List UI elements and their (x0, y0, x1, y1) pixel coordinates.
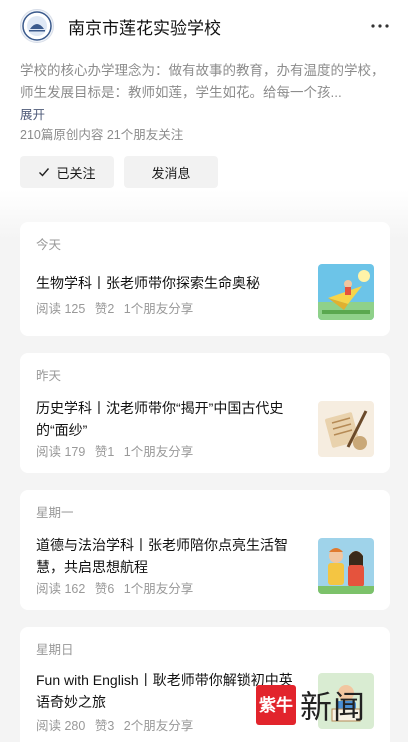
article-thumbnail[interactable] (318, 264, 374, 320)
article-meta: 阅读 280 赞3 2个朋友分享 (36, 715, 199, 734)
article-date: 星期一 (36, 506, 74, 520)
watermark-text: 新闻 (300, 688, 367, 726)
read-count: 阅读 125 (36, 302, 86, 316)
school-logo[interactable] (20, 9, 54, 43)
article-title[interactable]: 道德与法治学科丨张老师陪你点亮生活智慧，共启思想航程 (36, 534, 306, 578)
share-count: 1个朋友分享 (123, 302, 194, 316)
paper-plane-girl-icon (318, 264, 374, 320)
school-emblem-icon (22, 11, 52, 41)
account-name: 南京市莲花实验学校 (68, 18, 221, 38)
followed-label: 已关注 (56, 165, 96, 181)
account-stats: 210篇原创内容 21个朋友关注 (20, 128, 184, 142)
article-title[interactable]: 生物学科丨张老师带你探索生命奥秘 (36, 272, 306, 294)
article-date: 星期日 (36, 643, 74, 657)
article-date: 昨天 (36, 369, 62, 383)
article-thumbnail[interactable] (318, 401, 374, 457)
send-message-label: 发消息 (151, 165, 191, 181)
share-count: 2个朋友分享 (123, 719, 194, 733)
article-thumbnail[interactable] (318, 538, 374, 594)
share-count: 1个朋友分享 (123, 582, 194, 596)
check-icon (39, 168, 50, 177)
article-title[interactable]: 历史学科丨沈老师带你“揭开”中国古代史的“面纱” (36, 397, 306, 441)
read-count: 阅读 162 (36, 582, 86, 596)
like-count: 赞2 (94, 302, 115, 316)
scroll-brush-icon (318, 401, 374, 457)
share-count: 1个朋友分享 (123, 445, 194, 459)
followed-button[interactable]: 已关注 (20, 156, 114, 188)
article-card[interactable]: 昨天 历史学科丨沈老师带你“揭开”中国古代史的“面纱” 阅读 179 赞1 1个… (20, 353, 390, 473)
students-icon (318, 538, 374, 594)
action-buttons: 已关注 发消息 (20, 156, 218, 188)
like-count: 赞3 (94, 719, 115, 733)
like-count: 赞1 (94, 445, 115, 459)
article-card[interactable]: 今天 生物学科丨张老师带你探索生命奥秘 阅读 125 赞2 1个朋友分享 (20, 222, 390, 336)
article-date: 今天 (36, 238, 62, 252)
more-options-icon[interactable] (370, 16, 390, 36)
news-watermark: 紫牛 新闻 (256, 684, 396, 726)
like-count: 赞6 (94, 582, 115, 596)
article-meta: 阅读 179 赞1 1个朋友分享 (36, 441, 199, 460)
send-message-button[interactable]: 发消息 (124, 156, 218, 188)
article-card[interactable]: 星期一 道德与法治学科丨张老师陪你点亮生活智慧，共启思想航程 阅读 162 赞6… (20, 490, 390, 610)
profile-header: 南京市莲花实验学校 (20, 9, 390, 43)
read-count: 阅读 179 (36, 445, 86, 459)
account-description: 学校的核心办学理念为：做有故事的教育，办有温度的学校，师生发展目标是：教师如莲，… (20, 63, 385, 100)
read-count: 阅读 280 (36, 719, 86, 733)
watermark-badge: 紫牛 (256, 685, 296, 725)
article-meta: 阅读 125 赞2 1个朋友分享 (36, 298, 199, 317)
article-meta: 阅读 162 赞6 1个朋友分享 (36, 578, 199, 597)
expand-link[interactable]: 展开 (20, 104, 45, 123)
